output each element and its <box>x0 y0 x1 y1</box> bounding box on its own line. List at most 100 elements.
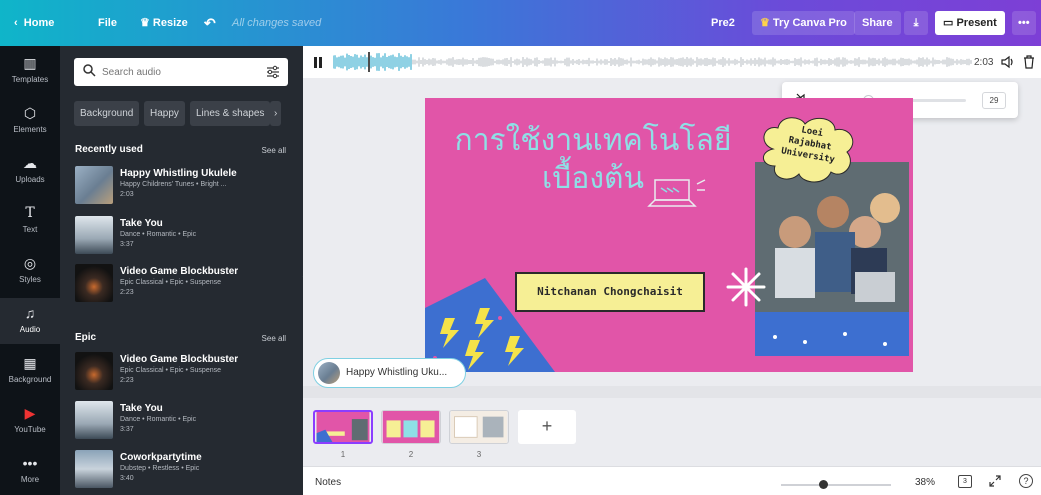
rail-item-elements[interactable]: ⬡ Elements <box>0 98 60 146</box>
more-options-button[interactable]: ••• <box>1012 11 1036 35</box>
trash-icon[interactable] <box>1023 55 1035 69</box>
track-tags: Dance • Romantic • Epic <box>120 231 197 238</box>
file-menu[interactable]: File <box>98 14 117 32</box>
track-tags: Epic Classical • Epic • Suspense <box>120 367 222 374</box>
track-thumbnail <box>75 216 113 254</box>
background-icon: ▦ <box>23 355 37 371</box>
download-icon[interactable]: ⤓ <box>904 11 928 35</box>
page-thumbnail[interactable] <box>381 410 441 444</box>
track-duration: 3:37 <box>120 241 134 248</box>
present-icon: ▭ <box>943 17 957 29</box>
audio-waveform[interactable] <box>333 52 973 72</box>
rail-item-uploads[interactable]: ☁ Uploads <box>0 148 60 196</box>
page-preview <box>316 412 370 442</box>
track-title: Coworkpartytime <box>120 452 202 463</box>
search-icon <box>83 64 96 77</box>
resize-button[interactable]: ♛ Resize <box>140 14 188 32</box>
chip-happy[interactable]: Happy <box>144 101 185 126</box>
chevron-right-icon[interactable]: › <box>270 101 282 126</box>
add-page-button[interactable]: + <box>518 410 576 444</box>
document-name[interactable]: Pre2 <box>711 14 735 32</box>
audio-duration: 2:03 <box>974 57 994 68</box>
track-duration: 3:40 <box>120 475 134 482</box>
audio-icon: ♫ <box>24 305 36 321</box>
see-all-epic-link[interactable]: See all <box>262 334 286 343</box>
track-duration: 2:03 <box>120 191 134 198</box>
page-count-icon[interactable]: 3 <box>958 475 972 488</box>
page-preview <box>382 411 440 443</box>
uploads-icon: ☁ <box>23 155 37 171</box>
laptop-doodle-icon <box>647 179 706 207</box>
track-thumbnail <box>75 352 113 390</box>
audio-track[interactable]: Take You Dance • Romantic • Epic 3:37 <box>75 216 290 260</box>
track-title: Happy Whistling Ukulele <box>120 168 237 179</box>
zoom-level[interactable]: 38% <box>915 477 935 488</box>
track-tags: Epic Classical • Epic • Suspense <box>120 279 222 286</box>
rail-item-more[interactable]: ••• More <box>0 448 60 495</box>
track-duration: 3:37 <box>120 426 134 433</box>
slide-canvas[interactable]: การใช้งานเทคโนโลยี เบื้องต้น Loei Rajabh… <box>425 98 913 372</box>
elements-icon: ⬡ <box>23 105 37 121</box>
track-tags: Dance • Romantic • Epic <box>120 416 197 423</box>
audio-track[interactable]: Coworkpartytime Dubstep • Restless • Epi… <box>75 450 290 494</box>
track-tags: Happy Childrens' Tunes • Bright ... <box>120 181 227 188</box>
help-icon[interactable]: ? <box>1019 474 1033 488</box>
zoom-slider[interactable] <box>781 480 891 489</box>
audio-chip-thumbnail <box>318 362 340 384</box>
canvas-audio-chip[interactable]: Happy Whistling Uku... <box>313 358 466 388</box>
home-button[interactable]: ‹ Home <box>14 14 54 32</box>
audio-track[interactable]: Happy Whistling Ukulele Happy Childrens'… <box>75 166 290 210</box>
volume-icon[interactable] <box>1001 55 1015 69</box>
chip-lines-shapes[interactable]: Lines & shapes <box>190 101 271 126</box>
rail-item-audio[interactable]: ♫ Audio <box>0 298 60 344</box>
search-audio-input[interactable] <box>102 62 252 82</box>
pages-strip: 1 2 3 + <box>303 398 1041 466</box>
chevron-left-icon: ‹ <box>14 17 24 29</box>
audio-track[interactable]: Video Game Blockbuster Epic Classical • … <box>75 264 290 308</box>
footer-bar: Notes 38% 3 ? <box>303 466 1041 495</box>
pause-icon[interactable] <box>313 57 323 68</box>
see-all-recent-link[interactable]: See all <box>262 146 286 155</box>
save-status: All changes saved <box>232 17 322 29</box>
rail-item-youtube[interactable]: ▶ YouTube <box>0 398 60 446</box>
track-title: Take You <box>120 403 163 414</box>
rail-item-text[interactable]: T Text <box>0 198 60 246</box>
page-number: 1 <box>340 450 346 459</box>
page-number: 3 <box>476 450 482 459</box>
undo-icon[interactable]: ↶ <box>204 14 216 32</box>
page-number: 2 <box>408 450 414 459</box>
slide-title-line: การใช้งานเทคโนโลยี <box>454 123 732 158</box>
rail-item-background[interactable]: ▦ Background <box>0 348 60 396</box>
crown-icon: ♛ <box>140 17 153 29</box>
try-canva-pro-button[interactable]: ♛ Try Canva Pro <box>752 11 855 35</box>
section-title-recent: Recently used <box>75 144 143 155</box>
search-box <box>74 58 288 86</box>
rail-item-styles[interactable]: ◎ Styles <box>0 248 60 296</box>
volume-value-input[interactable]: 29 <box>982 92 1006 109</box>
audio-track[interactable]: Take You Dance • Romantic • Epic 3:37 <box>75 401 290 445</box>
rail-item-templates[interactable]: ▥ Templates <box>0 48 60 96</box>
share-button[interactable]: Share <box>854 11 901 35</box>
track-duration: 2:23 <box>120 377 134 384</box>
presenter-name-banner[interactable]: Nitchanan Chongchaisit <box>515 272 705 312</box>
filter-icon[interactable] <box>266 65 280 79</box>
present-button[interactable]: ▭ Present <box>935 11 1005 35</box>
track-title: Video Game Blockbuster <box>120 266 239 277</box>
notes-button[interactable]: Notes <box>315 477 341 488</box>
zoom-slider-knob[interactable] <box>818 480 828 489</box>
track-tags: Dubstep • Restless • Epic <box>120 465 200 472</box>
chip-background[interactable]: Background <box>74 101 140 126</box>
youtube-icon: ▶ <box>24 405 36 421</box>
fullscreen-icon[interactable] <box>989 475 1001 487</box>
audio-track[interactable]: Video Game Blockbuster Epic Classical • … <box>75 352 290 396</box>
page-thumbnail[interactable] <box>313 410 373 444</box>
page-thumbnail[interactable] <box>449 410 509 444</box>
templates-icon: ▥ <box>23 55 37 71</box>
students-photo <box>755 162 909 356</box>
more-icon: ••• <box>22 455 38 471</box>
side-rail: ▥ Templates ⬡ Elements ☁ Uploads T Text … <box>0 46 60 495</box>
track-title: Take You <box>120 218 163 229</box>
crown-icon: ♛ <box>760 17 773 29</box>
track-thumbnail <box>75 166 113 204</box>
track-thumbnail <box>75 264 113 302</box>
